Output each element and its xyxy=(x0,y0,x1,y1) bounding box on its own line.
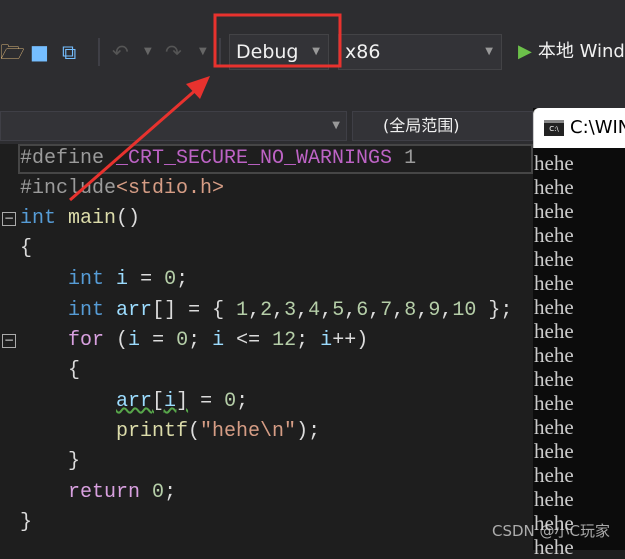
highlight-box xyxy=(213,13,342,68)
annotation-arrow xyxy=(69,86,199,202)
annotation-overlay xyxy=(69,13,342,202)
